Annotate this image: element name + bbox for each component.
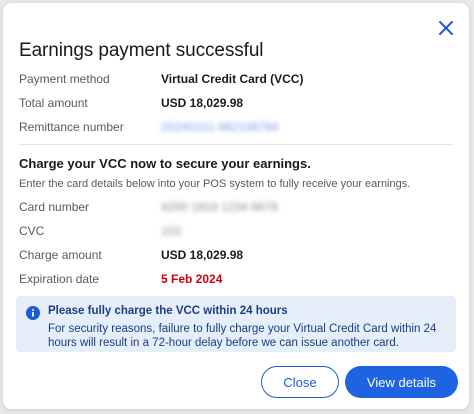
dialog-title: Earnings payment successful xyxy=(19,40,264,61)
section-divider xyxy=(19,144,453,145)
cvc-value: 103 xyxy=(161,224,182,238)
expiration-date-label: Expiration date xyxy=(19,272,100,286)
vcc-section-subtitle: Enter the card details below into your P… xyxy=(19,178,411,190)
notice-title: Please fully charge the VCC within 24 ho… xyxy=(48,305,288,317)
close-button[interactable]: Close xyxy=(261,366,339,398)
cvc-row: CVC 103 xyxy=(19,222,439,240)
charge-amount-value: USD 18,029.98 xyxy=(161,248,244,262)
notice-body: For security reasons, failure to fully c… xyxy=(48,323,437,349)
remittance-number-value[interactable]: 20240101-982108784 xyxy=(161,118,278,136)
charge-deadline-notice: Please fully charge the VCC within 24 ho… xyxy=(16,296,456,352)
payment-method-row: Payment method Virtual Credit Card (VCC) xyxy=(19,70,439,88)
charge-amount-label: Charge amount xyxy=(19,248,102,262)
total-amount-row: Total amount USD 18,029.98 xyxy=(19,94,439,112)
total-amount-label: Total amount xyxy=(19,96,88,110)
card-number-value: 4200 1819 1234 6678 xyxy=(161,200,278,214)
close-icon[interactable] xyxy=(435,17,457,39)
payment-success-dialog: Earnings payment successful Payment meth… xyxy=(3,3,469,409)
remittance-number-label: Remittance number xyxy=(19,120,124,134)
card-number-row: Card number 4200 1819 1234 6678 xyxy=(19,198,439,216)
expiration-date-value: 5 Feb 2024 xyxy=(161,272,223,286)
view-details-button[interactable]: View details xyxy=(345,366,458,398)
total-amount-value: USD 18,029.98 xyxy=(161,96,244,110)
payment-method-value: Virtual Credit Card (VCC) xyxy=(161,72,304,86)
cvc-label: CVC xyxy=(19,224,45,238)
vcc-section-title: Charge your VCC now to secure your earni… xyxy=(19,156,311,171)
payment-method-label: Payment method xyxy=(19,72,110,86)
expiration-date-row: Expiration date 5 Feb 2024 xyxy=(19,270,439,288)
info-icon xyxy=(26,306,40,320)
remittance-number-row: Remittance number 20240101-982108784 xyxy=(19,118,439,136)
charge-amount-row: Charge amount USD 18,029.98 xyxy=(19,246,439,264)
card-number-label: Card number xyxy=(19,200,90,214)
